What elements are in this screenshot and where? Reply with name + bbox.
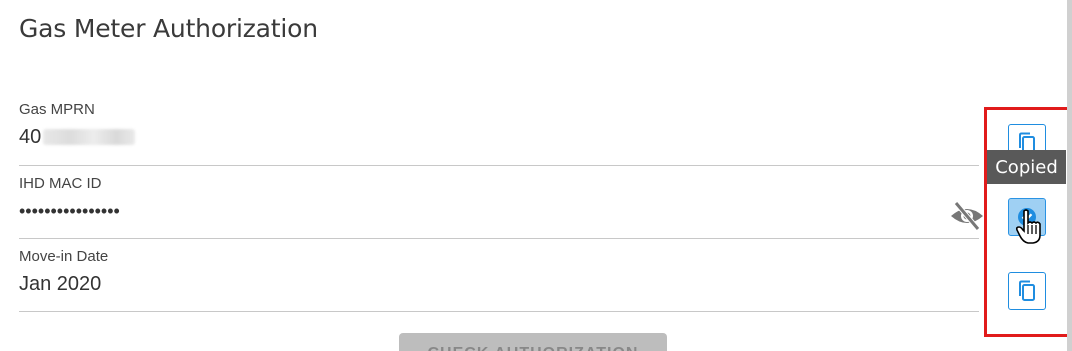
- mprn-value[interactable]: 40: [19, 124, 979, 150]
- mprn-redacted-value: [43, 129, 136, 145]
- divider: [19, 238, 979, 239]
- move-in-label: Move-in Date: [19, 248, 109, 265]
- copy-move-in-button[interactable]: [1008, 272, 1046, 310]
- mac-label: IHD MAC ID: [19, 175, 102, 192]
- mprn-value-text: 40: [19, 125, 42, 148]
- page-title: Gas Meter Authorization: [19, 14, 318, 43]
- divider: [19, 165, 979, 166]
- mprn-field: Gas MPRN 40: [19, 101, 979, 150]
- mac-value[interactable]: ••••••••••••••••: [19, 198, 979, 224]
- check-authorization-button[interactable]: CHECK AUTHORIZATION: [399, 333, 667, 351]
- hand-pointer-icon: [1015, 207, 1045, 247]
- mac-field: IHD MAC ID ••••••••••••••••: [19, 175, 979, 224]
- move-in-field: Move-in Date Jan 2020: [19, 248, 979, 297]
- copy-icon: [1019, 280, 1035, 301]
- divider: [19, 311, 979, 312]
- eye-off-icon[interactable]: [948, 200, 986, 232]
- move-in-value[interactable]: Jan 2020: [19, 271, 979, 297]
- copied-tooltip: Copied: [987, 150, 1066, 184]
- scrollbar[interactable]: [1067, 0, 1072, 351]
- mprn-label: Gas MPRN: [19, 101, 95, 118]
